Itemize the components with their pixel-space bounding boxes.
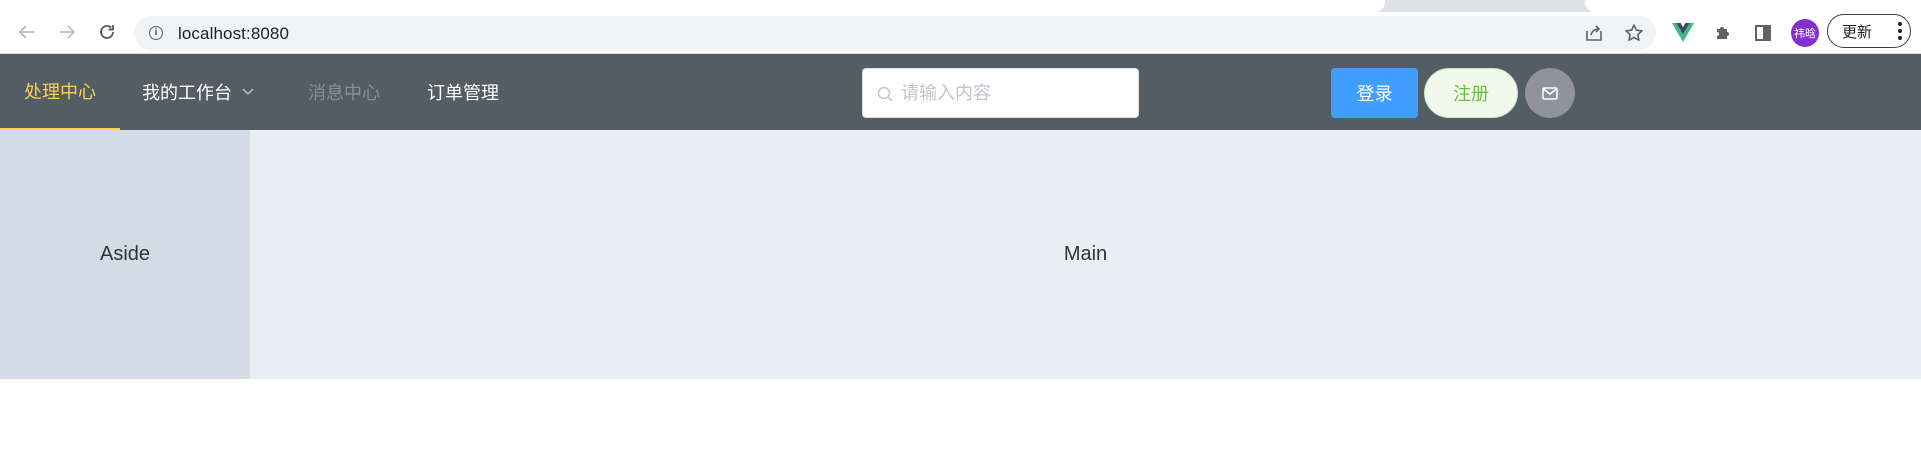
chevron-down-icon — [242, 85, 254, 99]
forward-button[interactable] — [53, 18, 81, 46]
aside-label: Aside — [99, 243, 151, 265]
mail-icon — [1542, 86, 1558, 100]
menu-item-order-management[interactable]: 订单管理 — [404, 54, 522, 130]
menu-item-my-workbench[interactable]: 我的工作台 — [120, 54, 276, 130]
reload-button[interactable] — [93, 18, 121, 46]
menu-item-label: 消息中心 — [308, 83, 380, 103]
menu-item-label: 我的工作台 — [142, 83, 232, 103]
update-label: 更新 — [1842, 23, 1873, 41]
back-button[interactable] — [13, 18, 41, 46]
search-input[interactable] — [901, 69, 1131, 117]
search-box[interactable] — [862, 68, 1139, 118]
aside-panel: Aside — [0, 130, 250, 379]
main-label: Main — [1063, 243, 1108, 265]
reload-icon — [100, 25, 114, 39]
app-header: 处理中心 我的工作台 消息中心 订单管理 登录 注册 — [0, 54, 1921, 130]
menu-item-label: 处理中心 — [24, 82, 96, 102]
menu-item-label: 订单管理 — [427, 83, 499, 103]
message-button[interactable] — [1525, 68, 1575, 118]
register-button[interactable]: 注册 — [1424, 68, 1518, 118]
menu-item-processing-center[interactable]: 处理中心 — [0, 54, 120, 130]
star-icon[interactable] — [1621, 20, 1647, 46]
main-panel: Main — [250, 130, 1921, 379]
browser-tabstrip — [0, 0, 1921, 12]
vue-icon[interactable] — [1670, 20, 1696, 46]
arrow-left-icon — [18, 25, 34, 39]
search-icon — [877, 86, 893, 102]
share-icon[interactable] — [1581, 20, 1607, 46]
address-bar[interactable]: i localhost:8080 — [134, 16, 1656, 50]
arrow-right-icon — [60, 25, 76, 39]
more-vert-icon — [1898, 22, 1902, 40]
profile-avatar[interactable]: 祎晗 — [1791, 19, 1819, 47]
address-url[interactable]: localhost:8080 — [178, 24, 289, 44]
puzzle-icon[interactable] — [1710, 20, 1736, 46]
tabstrip-right-area — [1585, 0, 1921, 12]
browser-toolbar: i localhost:8080 祎晗 更新 — [0, 12, 1921, 54]
menu-item-message-center: 消息中心 — [284, 54, 404, 130]
info-icon[interactable]: i — [149, 26, 163, 40]
side-panel-icon[interactable] — [1750, 20, 1776, 46]
login-button[interactable]: 登录 — [1331, 68, 1418, 118]
active-tab[interactable] — [0, 0, 1385, 12]
update-button[interactable]: 更新 — [1827, 14, 1911, 48]
